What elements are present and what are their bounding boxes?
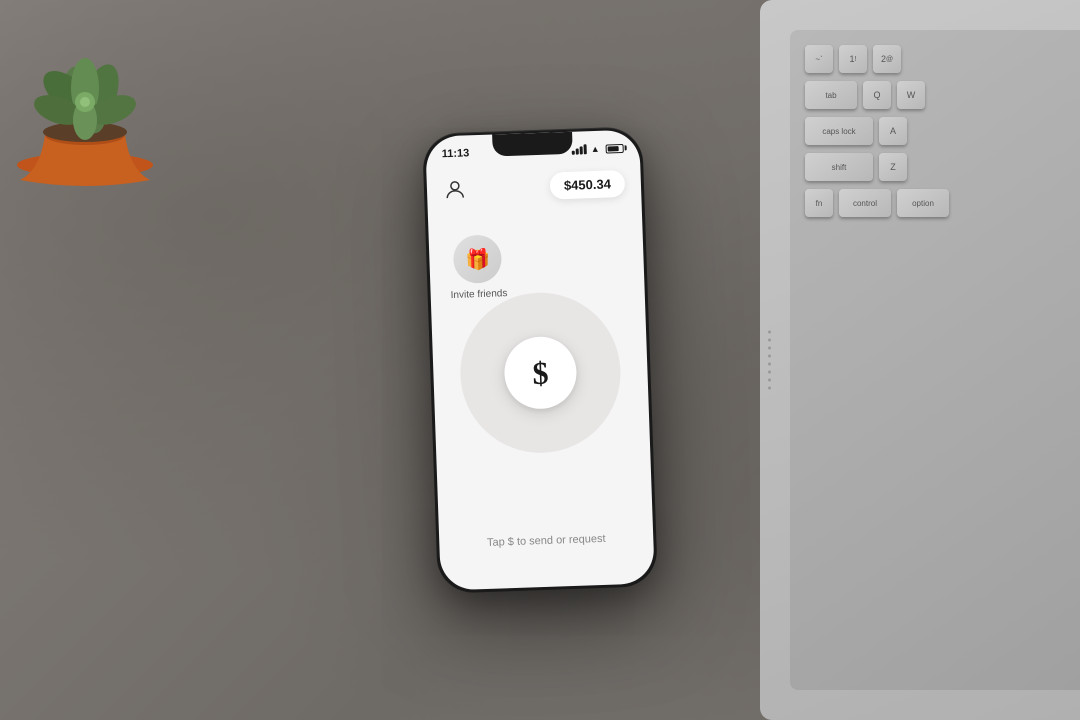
- speaker-grille: [768, 331, 771, 390]
- key-w: W: [897, 81, 925, 109]
- key-control: control: [839, 189, 891, 217]
- key-shift: shift: [805, 153, 873, 181]
- key-row-1: ~` 1! 2@: [805, 45, 1075, 73]
- key-capslock: caps lock: [805, 117, 873, 145]
- key-row-3: caps lock A: [805, 117, 1075, 145]
- battery-icon: [606, 143, 624, 153]
- key-row-2: tab Q W: [805, 81, 1075, 109]
- key-tab: tab: [805, 81, 857, 109]
- key-row-5: fn control option: [805, 189, 1075, 217]
- status-time: 11:13: [442, 147, 470, 160]
- phone-screen: 11:13 ▲: [425, 129, 655, 590]
- phone-notch: [492, 132, 573, 157]
- invite-label: Invite friends: [451, 288, 508, 301]
- dollar-action-button[interactable]: $: [503, 336, 577, 410]
- main-action-circle: $: [458, 290, 623, 455]
- phone: 11:13 ▲: [422, 126, 658, 593]
- key-z: Z: [879, 153, 907, 181]
- key-row-4: shift Z: [805, 153, 1075, 181]
- key-1: 1!: [839, 45, 867, 73]
- invite-avatar: 🎁: [453, 234, 503, 284]
- plant-decoration: [0, 0, 200, 200]
- tap-instruction: Tap $ to send or request: [439, 531, 653, 550]
- key-option-label: option: [912, 199, 934, 208]
- key-option: option: [897, 189, 949, 217]
- user-profile-icon[interactable]: [443, 177, 468, 202]
- phone-body: 11:13 ▲: [422, 126, 658, 593]
- app-header: $450.34: [426, 161, 641, 211]
- status-icons: ▲: [572, 143, 624, 155]
- laptop: ~` 1! 2@ tab Q W caps lock A shift Z fn …: [760, 0, 1080, 720]
- key-q: Q: [863, 81, 891, 109]
- invite-friends-section[interactable]: 🎁 Invite friends: [449, 234, 508, 301]
- balance-display: $450.34: [549, 170, 625, 200]
- key-2: 2@: [873, 45, 901, 73]
- signal-icon: [572, 144, 587, 155]
- key-fn: fn: [805, 189, 833, 217]
- key-tilde: ~`: [805, 45, 833, 73]
- invite-icon: 🎁: [465, 246, 491, 272]
- key-a: A: [879, 117, 907, 145]
- keyboard: ~` 1! 2@ tab Q W caps lock A shift Z fn …: [790, 30, 1080, 690]
- wifi-icon: ▲: [591, 144, 600, 154]
